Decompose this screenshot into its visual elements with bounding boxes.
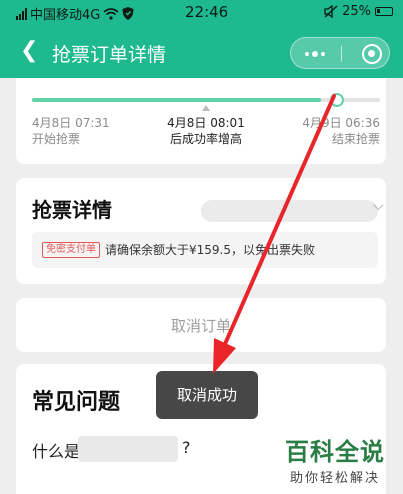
capsule-divider: [341, 46, 342, 62]
more-icon[interactable]: [305, 51, 325, 57]
faq-question-prefix[interactable]: 什么是: [32, 438, 80, 462]
signal-icon: [16, 7, 27, 20]
mute-icon: [324, 5, 338, 18]
notice-text: 请确保余额大于¥159.5，以免出票失败: [105, 243, 315, 257]
payment-tag: 免密支付单: [42, 242, 100, 258]
faq-title: 常见问题: [32, 390, 121, 415]
page-title: 抢票订单详情: [52, 44, 167, 66]
redacted-text: [78, 436, 178, 462]
caret-up-icon: [202, 105, 210, 111]
toast: 取消成功: [156, 371, 258, 419]
end-label: 结束抢票: [331, 132, 380, 146]
end-time: 4月9日 06:36: [302, 116, 380, 130]
battery-icon: [375, 7, 393, 16]
progress-track: [32, 93, 380, 107]
payment-notice: 免密支付单 请确保余额大于¥159.5，以免出票失败: [32, 232, 378, 268]
ticket-detail-card: 抢票详情 ⌵ 免密支付单 请确保余额大于¥159.5，以免出票失败: [16, 178, 386, 284]
cancel-order-button[interactable]: 取消订单: [16, 298, 386, 352]
close-mini-program-icon[interactable]: [362, 44, 382, 64]
clock: 22:46: [185, 3, 229, 21]
progress-card: 4月8日 07:31 开始抢票 4月8日 08:01 后成功率增高 4月9日 0…: [16, 78, 386, 164]
wifi-icon: [103, 7, 119, 20]
faq-question-suffix: ?: [182, 438, 191, 457]
watermark: 百科全说 助你轻松解决: [280, 432, 390, 486]
middle-label: 后成功率增高: [169, 132, 242, 146]
watermark-title: 百科全说: [285, 438, 385, 466]
start-time: 4月8日 07:31: [32, 116, 110, 130]
shield-icon: [122, 7, 134, 20]
middle-time: 4月8日 08:01: [167, 116, 245, 130]
mini-program-capsule: [290, 37, 390, 69]
back-icon[interactable]: ❮: [20, 40, 38, 62]
progress-fill: [32, 98, 321, 102]
redacted-info: [201, 200, 378, 222]
battery-percent: 25%: [342, 4, 371, 19]
detail-title: 抢票详情: [32, 198, 112, 222]
watermark-subtitle: 助你轻松解决: [289, 471, 380, 486]
carrier-label: 中国移动4G: [30, 8, 101, 23]
start-label: 开始抢票: [32, 132, 81, 146]
cancel-order-label: 取消订单: [170, 317, 231, 335]
nav-bar: ❮ 抢票订单详情: [0, 26, 403, 78]
status-bar: 中国移动4G 22:46 25%: [0, 0, 403, 26]
chevron-down-icon[interactable]: ⌵: [373, 198, 384, 214]
progress-knob: [330, 93, 344, 107]
